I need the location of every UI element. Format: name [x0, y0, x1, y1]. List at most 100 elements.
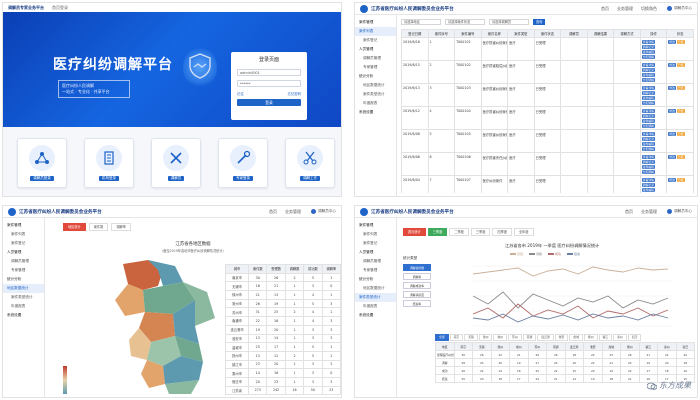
- row-action-button[interactable]: 查看详情: [641, 155, 655, 159]
- sidebar-item[interactable]: 案件管理: [355, 221, 396, 230]
- sidebar-item[interactable]: 年度报表: [355, 99, 396, 108]
- sidebar-item[interactable]: 案件登记: [355, 239, 396, 248]
- user-menu[interactable]: 调解员中心: [667, 209, 692, 214]
- period-tab[interactable]: 全年度: [514, 228, 534, 236]
- status-edit-button[interactable]: 修改: [668, 155, 676, 159]
- status-badge[interactable]: 已结: [676, 132, 685, 136]
- tile-mediator-login[interactable]: 调解员登录: [17, 138, 67, 188]
- city-tab[interactable]: 苏州: [508, 334, 522, 341]
- sidebar-item[interactable]: 案件列表: [355, 230, 396, 239]
- status-edit-button[interactable]: 修改: [668, 109, 676, 113]
- sidebar-item[interactable]: 案件登记: [355, 36, 396, 45]
- sidebar-item[interactable]: 案件类型统计: [355, 293, 396, 302]
- row-action-button[interactable]: 分配调解: [641, 124, 655, 128]
- row-action-button[interactable]: 分配调解: [641, 101, 655, 105]
- row-action-button[interactable]: 调解记录: [641, 183, 655, 187]
- stat-type-item[interactable]: 调解案件数: [403, 264, 431, 271]
- nav-switch-role[interactable]: 切换角色: [641, 6, 657, 12]
- sidebar-item[interactable]: 系统设置: [3, 311, 44, 320]
- sidebar-item[interactable]: 地区数据统计: [3, 284, 44, 293]
- stat-type-item[interactable]: 调解成功率: [403, 282, 431, 289]
- city-tab[interactable]: 盐城: [569, 334, 583, 341]
- status-badge[interactable]: 已结: [676, 155, 685, 159]
- tile-org-login[interactable]: 机构登录: [84, 138, 134, 188]
- sidebar-item[interactable]: 调解员管理: [355, 54, 396, 63]
- city-tab[interactable]: 无锡: [464, 334, 478, 341]
- city-tab[interactable]: 淮安: [554, 334, 569, 341]
- tile-expert-login[interactable]: 专家登录: [218, 138, 268, 188]
- status-edit-button[interactable]: 修改: [668, 86, 676, 90]
- row-action-button[interactable]: 案件编辑: [641, 96, 655, 100]
- sidebar-item[interactable]: 案件列表: [3, 230, 44, 239]
- row-action-button[interactable]: 调解记录: [641, 91, 655, 95]
- sidebar-item[interactable]: 系统设置: [355, 311, 396, 320]
- tile-mediator[interactable]: 调解员: [151, 138, 201, 188]
- row-action-button[interactable]: 分配调解: [641, 55, 655, 59]
- region-select[interactable]: 请选择地区: [401, 19, 441, 25]
- search-button[interactable]: 查询: [533, 19, 546, 25]
- sidebar-item[interactable]: 统计分析: [3, 275, 44, 284]
- sidebar-item[interactable]: 案件管理: [355, 18, 396, 27]
- tab-region[interactable]: 地区统计: [63, 223, 86, 231]
- row-action-button[interactable]: 案件编辑: [641, 119, 655, 123]
- sidebar-item[interactable]: 统计分析: [355, 275, 396, 284]
- period-tab[interactable]: 三季度: [427, 228, 448, 236]
- nav-home[interactable]: 首页: [601, 6, 609, 12]
- sidebar-item[interactable]: 人员管理: [355, 45, 396, 54]
- jiangsu-map[interactable]: [103, 256, 223, 396]
- row-action-button[interactable]: 案件编辑: [641, 165, 655, 169]
- remember-checkbox[interactable]: 记住: [237, 91, 244, 96]
- sidebar-item[interactable]: 案件管理: [3, 221, 44, 230]
- period-tab[interactable]: 按月统计: [403, 228, 426, 236]
- sidebar-item[interactable]: 专家管理: [355, 266, 396, 275]
- sidebar-item[interactable]: 调解员管理: [355, 257, 396, 266]
- stat-type-item[interactable]: 调解满意度: [403, 291, 431, 298]
- row-action-button[interactable]: 查看详情: [641, 132, 655, 136]
- row-action-button[interactable]: 查看详情: [641, 109, 655, 113]
- sidebar-item[interactable]: 案件类型统计: [355, 90, 396, 99]
- row-action-button[interactable]: 案件编辑: [641, 73, 655, 77]
- row-action-button[interactable]: 查看详情: [641, 63, 655, 67]
- password-input[interactable]: ******: [237, 80, 301, 87]
- mediator-select[interactable]: 请选择调解员: [489, 19, 529, 25]
- sidebar-item[interactable]: 年度报表: [355, 302, 396, 311]
- city-tab[interactable]: 常州: [493, 334, 508, 341]
- nav-business[interactable]: 业务管理: [285, 209, 301, 215]
- status-edit-button[interactable]: 修改: [668, 178, 676, 182]
- row-action-button[interactable]: 调解记录: [641, 68, 655, 72]
- period-tab[interactable]: 三季度: [470, 228, 491, 236]
- status-badge[interactable]: 已结: [676, 86, 685, 90]
- row-action-button[interactable]: 案件编辑: [641, 188, 655, 192]
- row-action-button[interactable]: 查看详情: [641, 86, 655, 90]
- login-header-link[interactable]: 首页登录: [52, 5, 68, 11]
- nav-business[interactable]: 业务管理: [641, 209, 657, 215]
- status-edit-button[interactable]: 修改: [668, 132, 676, 136]
- tab-cases[interactable]: 案件数: [88, 223, 109, 231]
- row-action-button[interactable]: 案件编辑: [641, 142, 655, 146]
- sidebar-item[interactable]: 统计分析: [355, 72, 396, 81]
- row-action-button[interactable]: 分配调解: [641, 147, 655, 151]
- user-menu[interactable]: 调解员中心: [667, 6, 692, 11]
- sidebar-item[interactable]: 地区数据统计: [355, 284, 396, 293]
- sidebar-item[interactable]: 人员管理: [3, 248, 44, 257]
- row-action-button[interactable]: 调解记录: [641, 114, 655, 118]
- sidebar-item[interactable]: 调解员管理: [3, 257, 44, 266]
- row-action-button[interactable]: 调解记录: [641, 45, 655, 49]
- status-badge[interactable]: 已结: [676, 40, 685, 44]
- city-tab[interactable]: 全部: [435, 334, 449, 341]
- row-action-button[interactable]: 案件编辑: [641, 50, 655, 54]
- row-action-button[interactable]: 调解记录: [641, 160, 655, 164]
- nav-home[interactable]: 首页: [625, 209, 633, 215]
- status-select[interactable]: 请选择案件状态: [445, 19, 485, 25]
- tile-mediation-work[interactable]: 调解工作: [285, 138, 335, 188]
- city-tab[interactable]: 泰州: [613, 334, 627, 341]
- row-action-button[interactable]: 分配调解: [641, 78, 655, 82]
- sidebar-item[interactable]: 地区数据统计: [355, 81, 396, 90]
- sidebar-item[interactable]: 年度报表: [3, 302, 44, 311]
- city-tab[interactable]: 南通: [522, 334, 537, 341]
- nav-home[interactable]: 首页: [269, 209, 277, 215]
- status-edit-button[interactable]: 修改: [668, 40, 676, 44]
- status-badge[interactable]: 已结: [676, 109, 685, 113]
- row-action-button[interactable]: 查看详情: [641, 178, 655, 182]
- tab-rate[interactable]: 调解率: [111, 223, 131, 231]
